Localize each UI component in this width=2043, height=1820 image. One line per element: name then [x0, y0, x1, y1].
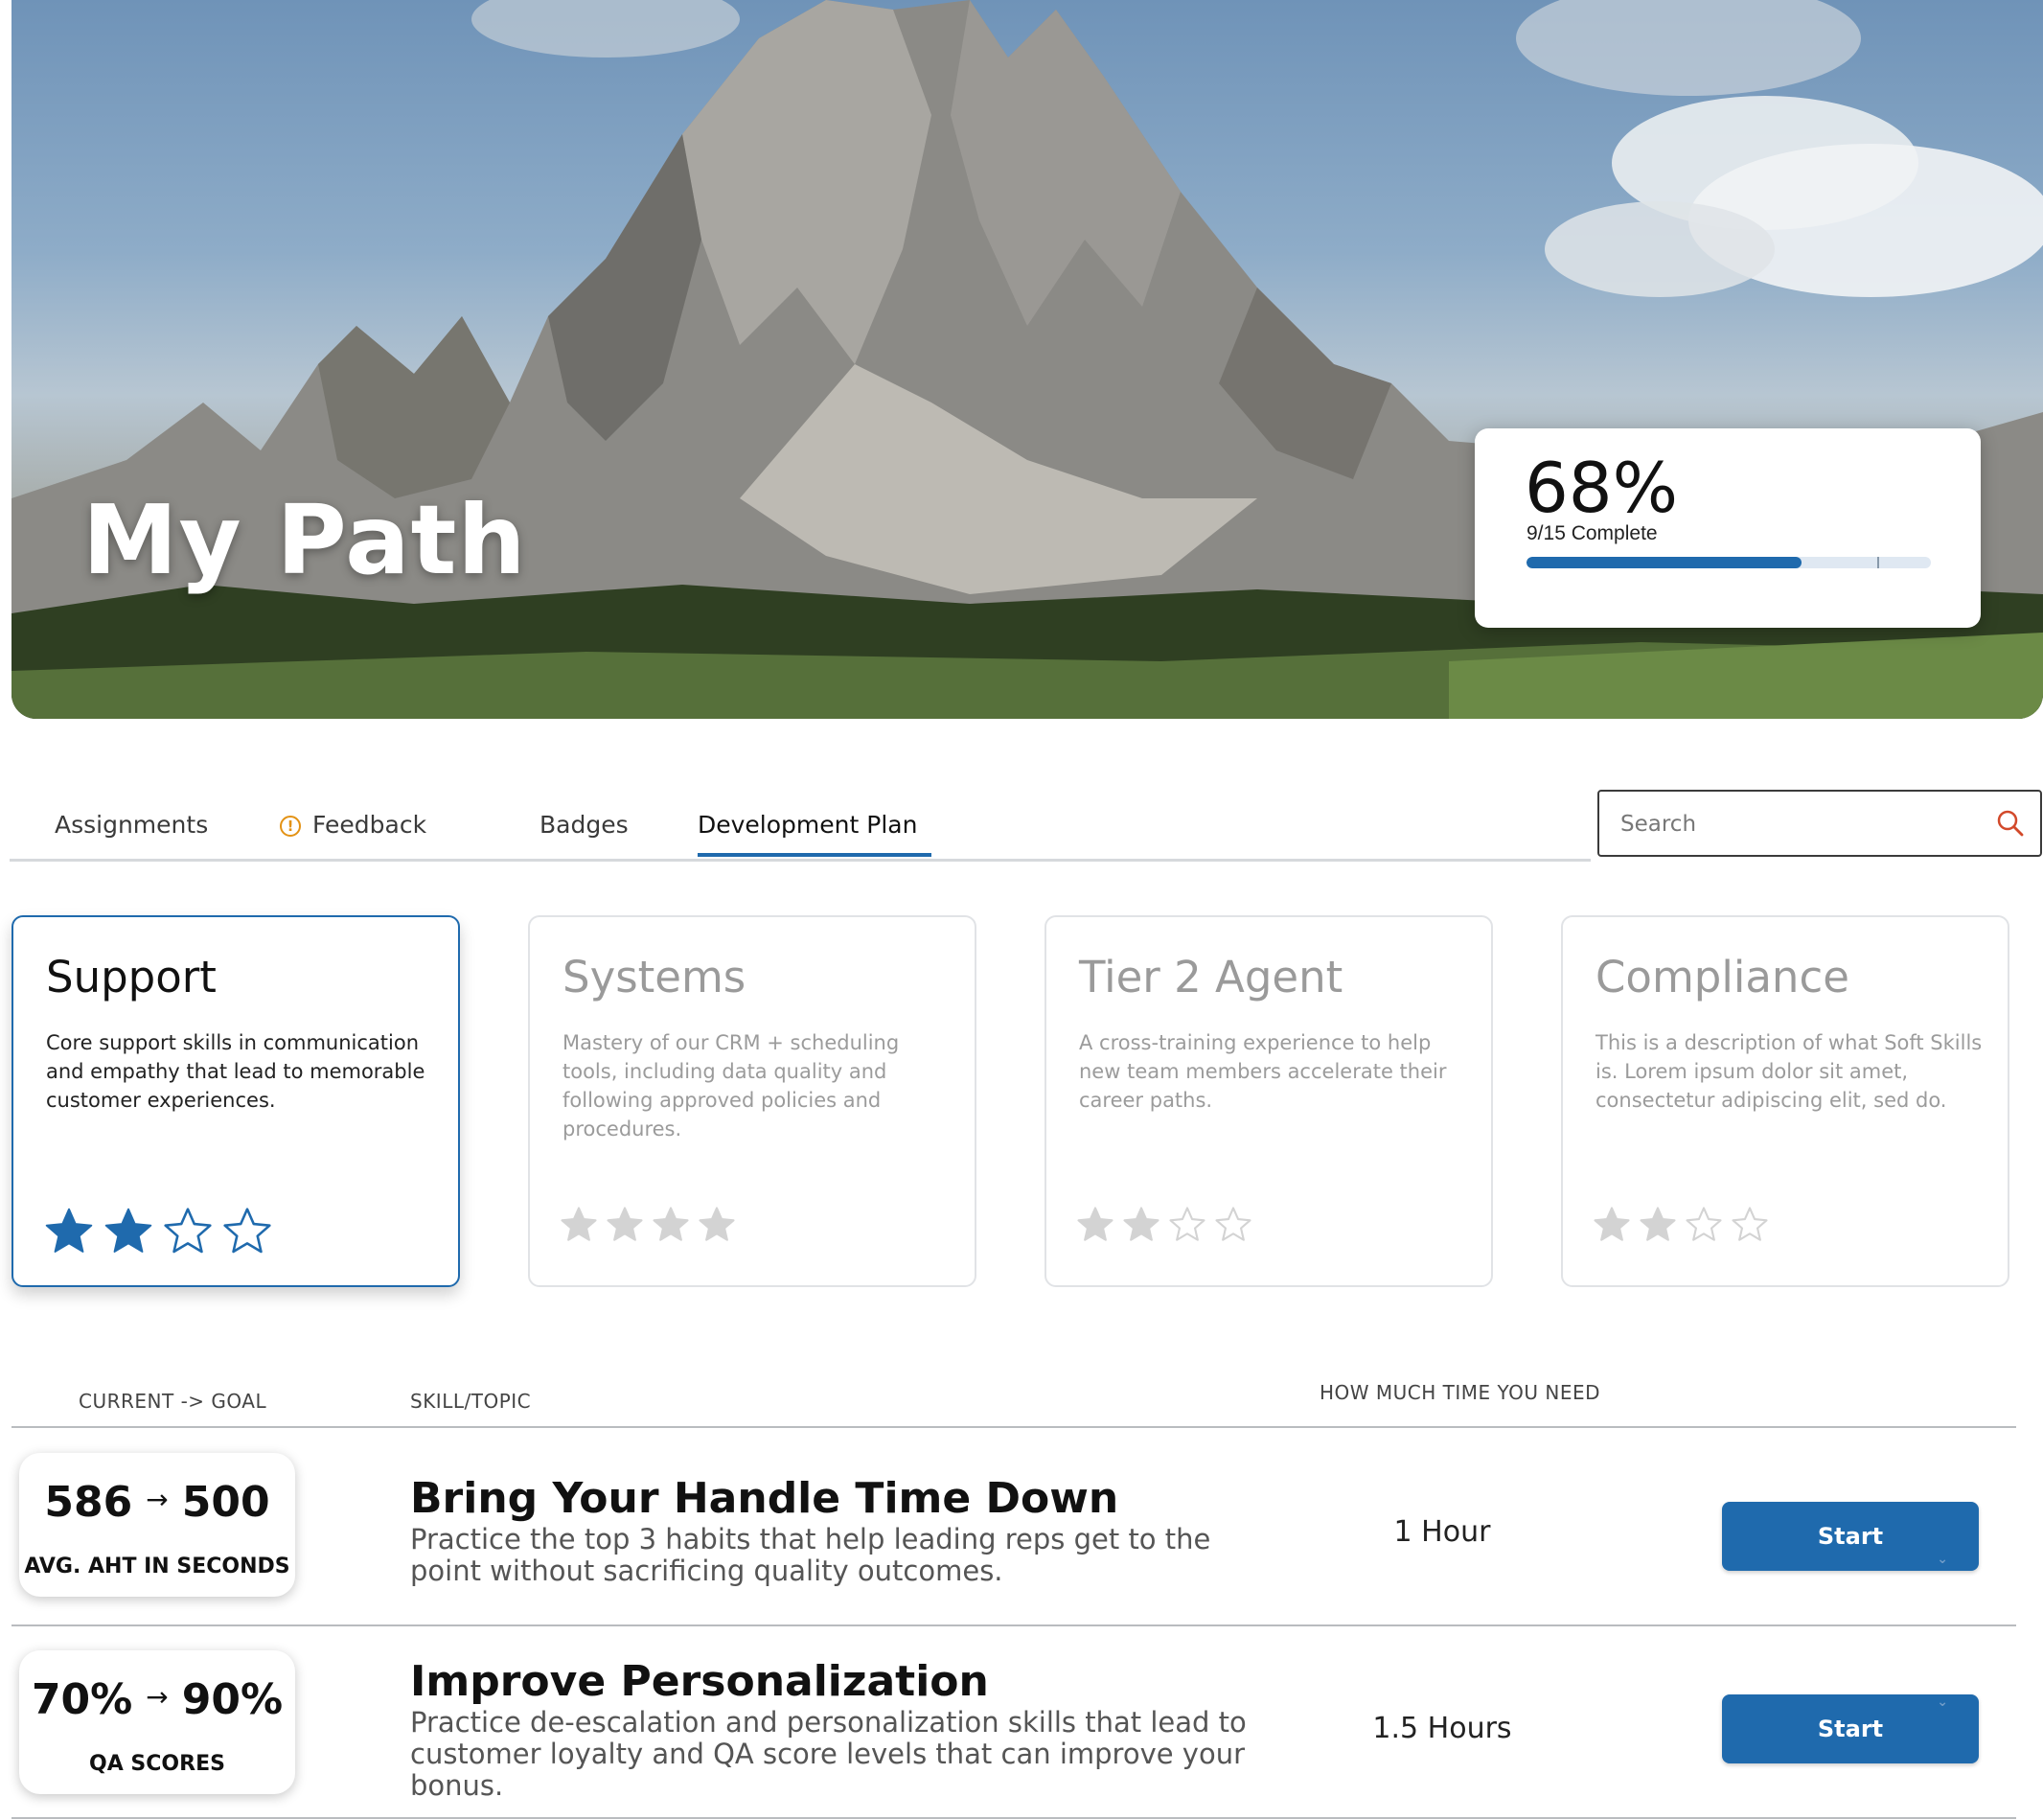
progress-card: 68% 9/15 Complete	[1475, 428, 1981, 628]
star-filled-icon	[607, 1207, 643, 1241]
star-rating	[559, 1205, 743, 1250]
skill-card-tier-2-agent[interactable]: Tier 2 Agent A cross-training experience…	[1044, 915, 1493, 1287]
start-button-label: Start	[1817, 1523, 1884, 1550]
star-filled-icon	[1640, 1207, 1676, 1241]
skill-card-description: This is a description of what Soft Skill…	[1595, 1031, 1983, 1112]
metric-label: QA SCORES	[89, 1752, 225, 1776]
star-empty-icon	[1169, 1207, 1205, 1241]
progress-percent: 68%	[1525, 448, 1679, 528]
progress-count: 9/15 Complete	[1527, 522, 1658, 544]
star-empty-icon	[164, 1208, 212, 1254]
star-empty-icon	[1732, 1207, 1768, 1241]
star-rating	[1592, 1205, 1776, 1250]
star-empty-icon	[1215, 1207, 1251, 1241]
metric-current: 586	[44, 1478, 133, 1527]
skill-card-description: A cross-training experience to help new …	[1079, 1031, 1447, 1112]
star-filled-icon	[561, 1207, 597, 1241]
metric-values: 70% → 90%	[19, 1675, 295, 1724]
duration-label: 1 Hour	[1393, 1515, 1491, 1549]
active-tab-indicator	[698, 853, 931, 857]
page-title: My Path	[82, 484, 527, 596]
skill-card-description: Mastery of our CRM + scheduling tools, i…	[562, 1031, 900, 1140]
metric-goal: 90%	[181, 1675, 284, 1724]
star-filled-icon	[699, 1207, 735, 1241]
search-box	[1597, 790, 2042, 857]
skill-card-support[interactable]: Support Core support skills in communica…	[11, 915, 460, 1287]
tab-bar: Assignments ! Feedback Badges Development…	[10, 792, 1591, 862]
tab-feedback[interactable]: ! Feedback	[280, 811, 426, 839]
skill-row-description: Practice de-escalation and personalizati…	[410, 1706, 1247, 1802]
skill-card-title: Systems	[562, 952, 746, 1002]
arrow-right-icon: →	[146, 1484, 169, 1515]
star-rating	[42, 1205, 280, 1263]
column-header-current-goal: CURRENT -> GOAL	[79, 1390, 267, 1413]
progress-bar-fill	[1527, 557, 1802, 568]
star-filled-icon	[1594, 1207, 1630, 1241]
tab-badges[interactable]: Badges	[539, 811, 629, 839]
skill-card-title: Tier 2 Agent	[1079, 952, 1343, 1002]
tab-feedback-label: Feedback	[312, 811, 427, 839]
chevron-down-icon: ⌄	[1937, 1552, 1948, 1567]
progress-bar-marker	[1877, 557, 1879, 568]
metric-label: AVG. AHT IN SECONDS	[24, 1555, 290, 1578]
metric-card: 586 → 500 AVG. AHT IN SECONDS	[19, 1453, 295, 1597]
table-divider	[11, 1426, 2016, 1428]
skill-row-description: Practice the top 3 habits that help lead…	[410, 1523, 1211, 1587]
skill-row-title: Improve Personalization	[410, 1657, 989, 1706]
metric-current: 70%	[31, 1675, 133, 1724]
star-filled-icon	[653, 1207, 689, 1241]
table-divider	[11, 1624, 2016, 1626]
start-button[interactable]: Start ⌄	[1722, 1502, 1979, 1571]
skill-card-description: Core support skills in communication and…	[46, 1031, 425, 1112]
skill-card-title: Support	[46, 952, 217, 1002]
search-icon[interactable]	[1996, 809, 2025, 838]
star-filled-icon	[104, 1208, 152, 1253]
progress-bar	[1527, 557, 1931, 568]
column-header-time-needed: HOW MUCH TIME YOU NEED	[1320, 1381, 1601, 1404]
start-button[interactable]: Start ⌄	[1722, 1694, 1979, 1763]
skill-row-title: Bring Your Handle Time Down	[410, 1474, 1119, 1523]
skill-card-title: Compliance	[1595, 952, 1849, 1002]
skill-card-systems[interactable]: Systems Mastery of our CRM + scheduling …	[528, 915, 976, 1287]
duration-label: 1.5 Hours	[1372, 1712, 1512, 1745]
tab-development-plan[interactable]: Development Plan	[698, 811, 917, 839]
chevron-down-icon: ⌄	[1937, 1694, 1948, 1710]
star-filled-icon	[1123, 1207, 1159, 1241]
arrow-right-icon: →	[146, 1681, 169, 1713]
start-button-label: Start	[1817, 1716, 1884, 1742]
table-divider	[11, 1817, 2016, 1819]
metric-card: 70% → 90% QA SCORES	[19, 1650, 295, 1794]
star-filled-icon	[1077, 1207, 1113, 1241]
hero-banner: My Path 68% 9/15 Complete	[11, 0, 2043, 719]
star-empty-icon	[1686, 1207, 1722, 1241]
column-header-skill-topic: SKILL/TOPIC	[410, 1390, 532, 1413]
tab-assignments[interactable]: Assignments	[55, 811, 208, 839]
star-empty-icon	[223, 1208, 271, 1254]
search-input[interactable]	[1618, 803, 1986, 845]
alert-circle-icon: !	[280, 816, 301, 837]
star-rating	[1075, 1205, 1259, 1250]
metric-goal: 500	[181, 1478, 270, 1527]
star-filled-icon	[45, 1208, 93, 1253]
metric-values: 586 → 500	[19, 1478, 295, 1527]
skill-card-compliance[interactable]: Compliance This is a description of what…	[1561, 915, 2009, 1287]
